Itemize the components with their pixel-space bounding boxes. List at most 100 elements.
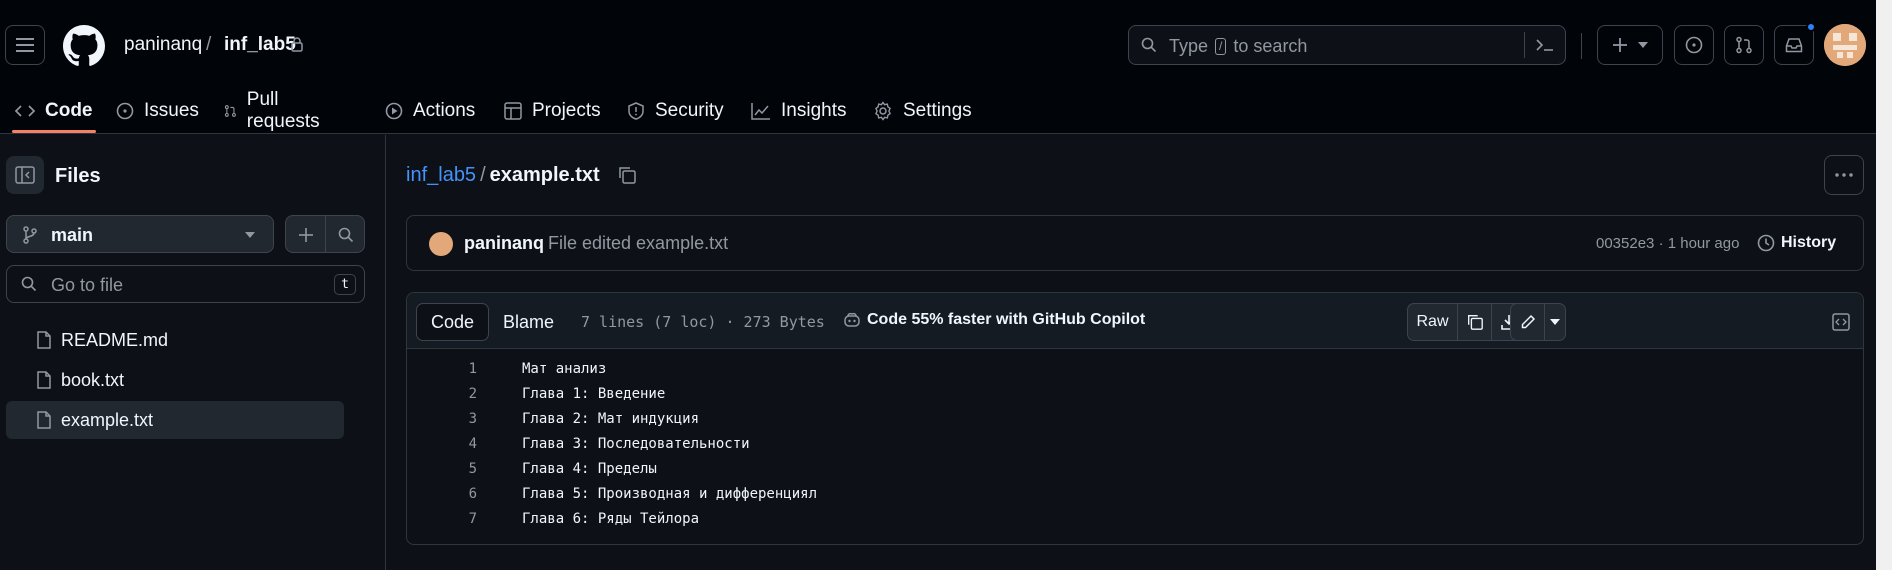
file-tree-item-active[interactable]: example.txt — [6, 401, 344, 439]
search-icon[interactable] — [338, 227, 354, 243]
breadcrumb-separator: / — [206, 34, 212, 55]
go-to-file-shortcut: t — [334, 274, 356, 295]
file-tree-item[interactable]: README.md — [6, 321, 344, 359]
breadcrumb-file: example.txt — [489, 164, 600, 186]
line-number[interactable]: 4 — [407, 436, 477, 452]
file-tree-item[interactable]: book.txt — [6, 361, 344, 399]
edit-options-button[interactable] — [1545, 304, 1565, 340]
search-shortcut-key: / — [1215, 38, 1227, 55]
tab-issues[interactable]: Issues — [116, 88, 199, 134]
code-icon — [15, 105, 35, 117]
line-number[interactable]: 2 — [407, 386, 477, 402]
line-text: Глава 4: Пределы — [522, 461, 657, 477]
commit-message[interactable]: File edited example.txt — [548, 233, 728, 254]
branch-selector[interactable]: main — [6, 215, 274, 253]
tab-actions[interactable]: Actions — [385, 88, 475, 134]
group-divider — [325, 216, 326, 252]
user-avatar[interactable] — [1824, 24, 1866, 66]
github-logo-icon[interactable] — [63, 25, 105, 67]
copilot-promo-link[interactable]: Code 55% faster with GitHub Copilot — [843, 311, 1145, 329]
go-to-file-input[interactable]: Go to file t — [6, 265, 365, 303]
go-to-file-placeholder: Go to file — [51, 275, 124, 295]
copy-icon — [1467, 315, 1483, 330]
file-action-group: Raw — [1407, 303, 1527, 341]
file-viewer-header: Code Blame 7 lines (7 loc) · 273 Bytes C… — [407, 293, 1863, 349]
search-input[interactable]: Type / to search — [1128, 25, 1566, 65]
tab-security[interactable]: Security — [627, 88, 724, 134]
pull-request-icon — [224, 105, 236, 117]
line-number[interactable]: 5 — [407, 461, 477, 477]
line-number[interactable]: 1 — [407, 361, 477, 377]
latest-commit-box: paninanq File edited example.txt 00352e3… — [406, 215, 1864, 271]
raw-button[interactable]: Raw — [1408, 304, 1458, 340]
line-number[interactable]: 7 — [407, 511, 477, 527]
copy-path-icon[interactable] — [617, 165, 637, 185]
active-tab-underline — [12, 130, 96, 133]
tab-code[interactable]: Code — [15, 88, 93, 134]
search-placeholder-after: to search — [1233, 36, 1308, 56]
header-divider — [1581, 33, 1582, 59]
caret-down-icon — [1638, 42, 1648, 48]
tab-security-label: Security — [655, 100, 724, 121]
search-icon — [1141, 37, 1157, 53]
copy-raw-button[interactable] — [1458, 304, 1492, 340]
line-text: Глава 2: Мат индукция — [522, 411, 700, 427]
file-breadcrumb: inf_lab5/example.txt — [406, 164, 600, 187]
breadcrumb-repo-link[interactable]: inf_lab5 — [406, 164, 476, 186]
breadcrumb-repo[interactable]: inf_lab5 — [224, 34, 296, 56]
create-new-button[interactable] — [1597, 25, 1663, 65]
caret-down-icon — [1550, 319, 1560, 325]
line-number[interactable]: 6 — [407, 486, 477, 502]
tab-issues-label: Issues — [144, 100, 199, 121]
issues-button[interactable] — [1674, 25, 1714, 65]
commit-sha-time[interactable]: 00352e3 · 1 hour ago — [1596, 235, 1739, 252]
tab-blame-view[interactable]: Blame — [489, 303, 568, 341]
hamburger-icon — [16, 38, 34, 52]
tab-pull-requests[interactable]: Pull requests — [224, 88, 325, 134]
identicon-icon — [1824, 24, 1866, 66]
search-placeholder-before: Type — [1169, 36, 1209, 56]
collapse-sidebar-button[interactable] — [6, 156, 44, 194]
play-icon — [385, 102, 403, 120]
code-line: 5 Глава 4: Пределы — [407, 457, 1863, 482]
git-branch-icon — [23, 226, 37, 244]
symbols-button[interactable] — [1825, 303, 1857, 341]
gear-icon — [875, 101, 891, 121]
history-button[interactable]: History — [1757, 230, 1836, 256]
code-lines: 1 Мат анализ 2 Глава 1: Введение 3 Глава 2:… — [407, 357, 1863, 532]
graph-icon — [751, 103, 770, 120]
inbox-icon — [1785, 38, 1803, 53]
file-name: book.txt — [61, 369, 125, 390]
tab-code-view[interactable]: Code — [416, 303, 490, 341]
header-top-row: paninanq / inf_lab5 Type / to search — [0, 0, 1892, 92]
file-stats: 7 lines (7 loc) · 273 Bytes — [581, 313, 825, 331]
tab-insights[interactable]: Insights — [751, 88, 846, 134]
more-options-button[interactable] — [1824, 155, 1864, 195]
lock-icon — [291, 37, 303, 52]
menu-button[interactable] — [5, 25, 45, 65]
breadcrumb-separator: / — [480, 164, 486, 186]
sidebar-title: Files — [55, 165, 101, 187]
file-tree-sidebar: Files main Go to file t README.md book.t… — [0, 135, 386, 570]
line-number[interactable]: 3 — [407, 411, 477, 427]
file-name: README.md — [61, 329, 169, 350]
global-header: paninanq / inf_lab5 Type / to search Cod… — [0, 0, 1892, 134]
line-text: Глава 6: Ряды Тейлора — [522, 511, 700, 527]
command-palette-icon[interactable] — [1535, 37, 1555, 53]
file-actions-group — [285, 215, 365, 253]
commit-author-avatar[interactable] — [429, 232, 453, 256]
notification-dot — [1806, 22, 1816, 32]
git-pull-request-icon — [1736, 36, 1752, 54]
code-line: 6 Глава 5: Производная и дифференциял — [407, 482, 1863, 507]
tab-settings[interactable]: Settings — [873, 88, 972, 134]
pull-requests-button[interactable] — [1724, 25, 1764, 65]
edit-file-button[interactable] — [1511, 304, 1545, 340]
tab-actions-label: Actions — [413, 100, 476, 121]
breadcrumb-owner[interactable]: paninanq — [124, 34, 202, 56]
commit-author[interactable]: paninanq — [464, 233, 544, 254]
shield-icon — [628, 102, 644, 120]
search-icon — [21, 276, 37, 292]
tab-projects[interactable]: Projects — [504, 88, 601, 134]
add-file-icon[interactable] — [298, 227, 314, 243]
tab-projects-label: Projects — [532, 100, 601, 121]
